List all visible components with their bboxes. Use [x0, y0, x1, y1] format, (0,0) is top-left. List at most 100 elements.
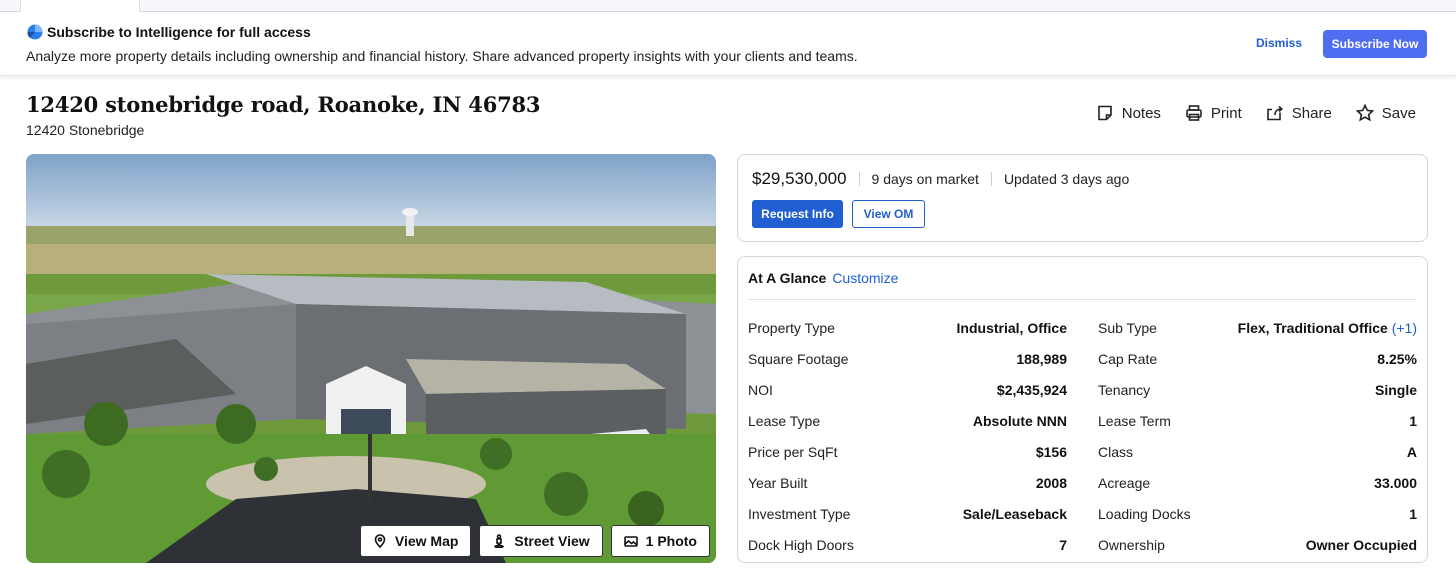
days-on-market: 9 days on market: [871, 171, 979, 187]
street-view-icon: [494, 534, 505, 548]
detail-value-group: Flex, Traditional Office (+1): [1238, 320, 1417, 336]
detail-label: Lease Term: [1098, 412, 1171, 429]
detail-row: Investment Type Sale/Leaseback: [748, 498, 1067, 529]
street-view-button[interactable]: Street View: [479, 525, 603, 557]
page-subtitle: 12420 Stonebridge: [26, 122, 145, 138]
glance-title: At A Glance: [748, 270, 827, 286]
photo-icon: [623, 536, 638, 547]
divider: [990, 172, 992, 186]
detail-row: Loading Docks 1: [1098, 498, 1417, 529]
detail-value: $156: [1035, 443, 1067, 460]
dismiss-button[interactable]: Dismiss: [1256, 36, 1302, 50]
star-icon: [1355, 104, 1374, 122]
request-info-button[interactable]: Request Info: [752, 200, 843, 228]
customize-link[interactable]: Customize: [832, 270, 898, 286]
detail-row: NOI $2,435,924: [748, 374, 1067, 405]
detail-value: 33.000: [1374, 474, 1417, 491]
subscribe-banner: Subscribe to Intelligence for full acces…: [0, 12, 1456, 76]
detail-value: 8.25%: [1377, 350, 1417, 367]
detail-label: Acreage: [1098, 474, 1151, 491]
active-tab[interactable]: [20, 0, 140, 12]
subscribe-now-button[interactable]: Subscribe Now: [1323, 30, 1427, 58]
save-label: Save: [1381, 104, 1416, 122]
detail-label: Lease Type: [748, 412, 821, 429]
detail-label: Investment Type: [748, 505, 851, 522]
detail-label: Ownership: [1098, 536, 1165, 553]
divider: [858, 172, 860, 186]
photo-button-group: View Map Street View 1 Photo: [359, 525, 710, 557]
intelligence-logo-icon: [27, 24, 43, 40]
detail-row: Acreage 33.000: [1098, 467, 1417, 498]
detail-label: Price per SqFt: [748, 443, 838, 460]
print-button[interactable]: Print: [1185, 104, 1242, 122]
detail-row: Dock High Doors 7: [748, 529, 1067, 560]
detail-label: NOI: [748, 381, 773, 398]
price-card: $29,530,000 9 days on market Updated 3 d…: [737, 154, 1428, 242]
banner-title: Subscribe to Intelligence for full acces…: [47, 24, 311, 40]
aerial-building-image: [26, 154, 716, 563]
detail-row: Tenancy Single: [1098, 374, 1417, 405]
detail-value: 2008: [1035, 474, 1067, 491]
print-icon: [1186, 105, 1202, 121]
view-map-label: View Map: [394, 533, 459, 549]
property-photo[interactable]: View Map Street View 1 Photo: [26, 154, 716, 563]
page-title: 12420 stonebridge road, Roanoke, IN 4678…: [26, 92, 541, 117]
detail-value: 1: [1409, 412, 1417, 429]
detail-label: Tenancy: [1098, 381, 1151, 398]
detail-label: Year Built: [748, 474, 808, 491]
photos-label: 1 Photo: [645, 533, 697, 549]
detail-value: Sale/Leaseback: [962, 505, 1067, 522]
banner-title-row: Subscribe to Intelligence for full acces…: [27, 24, 311, 40]
detail-value: 188,989: [1016, 350, 1067, 367]
glance-right-column: Sub Type Flex, Traditional Office (+1) Ca…: [1098, 312, 1417, 560]
detail-label: Loading Docks: [1098, 505, 1191, 522]
share-label: Share: [1291, 104, 1332, 122]
detail-value: $2,435,924: [996, 381, 1067, 398]
notes-icon: [1097, 105, 1112, 121]
detail-row: Ownership Owner Occupied: [1098, 529, 1417, 560]
updated-text: Updated 3 days ago: [1003, 171, 1130, 187]
detail-value: 7: [1059, 536, 1067, 553]
at-a-glance-card: At A Glance Customize Property Type Indus…: [737, 256, 1428, 563]
detail-label: Square Footage: [748, 350, 849, 367]
detail-label: Property Type: [748, 319, 835, 336]
notes-label: Notes: [1121, 104, 1161, 122]
view-map-button[interactable]: View Map: [359, 525, 472, 557]
price-row: $29,530,000 9 days on market Updated 3 d…: [752, 169, 1129, 189]
detail-row: Property Type Industrial, Office: [748, 312, 1067, 343]
detail-row: Class A: [1098, 436, 1417, 467]
detail-row: Lease Term 1: [1098, 405, 1417, 436]
detail-value: Industrial, Office: [956, 319, 1067, 336]
save-button[interactable]: Save: [1355, 104, 1416, 122]
detail-value: Flex, Traditional Office: [1237, 319, 1388, 336]
detail-label: Cap Rate: [1098, 350, 1158, 367]
divider: [748, 299, 1417, 300]
print-label: Print: [1210, 104, 1242, 122]
detail-row: Cap Rate 8.25%: [1098, 343, 1417, 374]
glance-header: At A Glance Customize: [748, 270, 898, 286]
detail-row: Square Footage 188,989: [748, 343, 1067, 374]
glance-left-column: Property Type Industrial, Office Square F…: [748, 312, 1067, 560]
detail-value: Owner Occupied: [1305, 536, 1417, 553]
share-button[interactable]: Share: [1266, 104, 1332, 122]
notes-button[interactable]: Notes: [1096, 104, 1161, 122]
banner-description: Analyze more property details including …: [26, 48, 858, 64]
detail-row: Price per SqFt $156: [748, 436, 1067, 467]
detail-row: Lease Type Absolute NNN: [748, 405, 1067, 436]
browser-tab-strip: [0, 0, 1456, 12]
detail-value: 1: [1409, 505, 1417, 522]
detail-row: Year Built 2008: [748, 467, 1067, 498]
detail-row: Sub Type Flex, Traditional Office (+1): [1098, 312, 1417, 343]
detail-label: Sub Type: [1098, 319, 1157, 336]
photos-button[interactable]: 1 Photo: [610, 525, 710, 557]
share-icon: [1266, 105, 1283, 121]
detail-value: Absolute NNN: [972, 412, 1067, 429]
view-om-button[interactable]: View OM: [852, 200, 925, 228]
asking-price: $29,530,000: [752, 169, 847, 188]
detail-value: Single: [1374, 381, 1417, 398]
detail-label: Class: [1098, 443, 1134, 460]
map-pin-icon: [374, 534, 386, 548]
more-subtypes-link[interactable]: (+1): [1392, 320, 1417, 336]
street-view-label: Street View: [514, 533, 590, 549]
detail-value: A: [1406, 443, 1417, 460]
